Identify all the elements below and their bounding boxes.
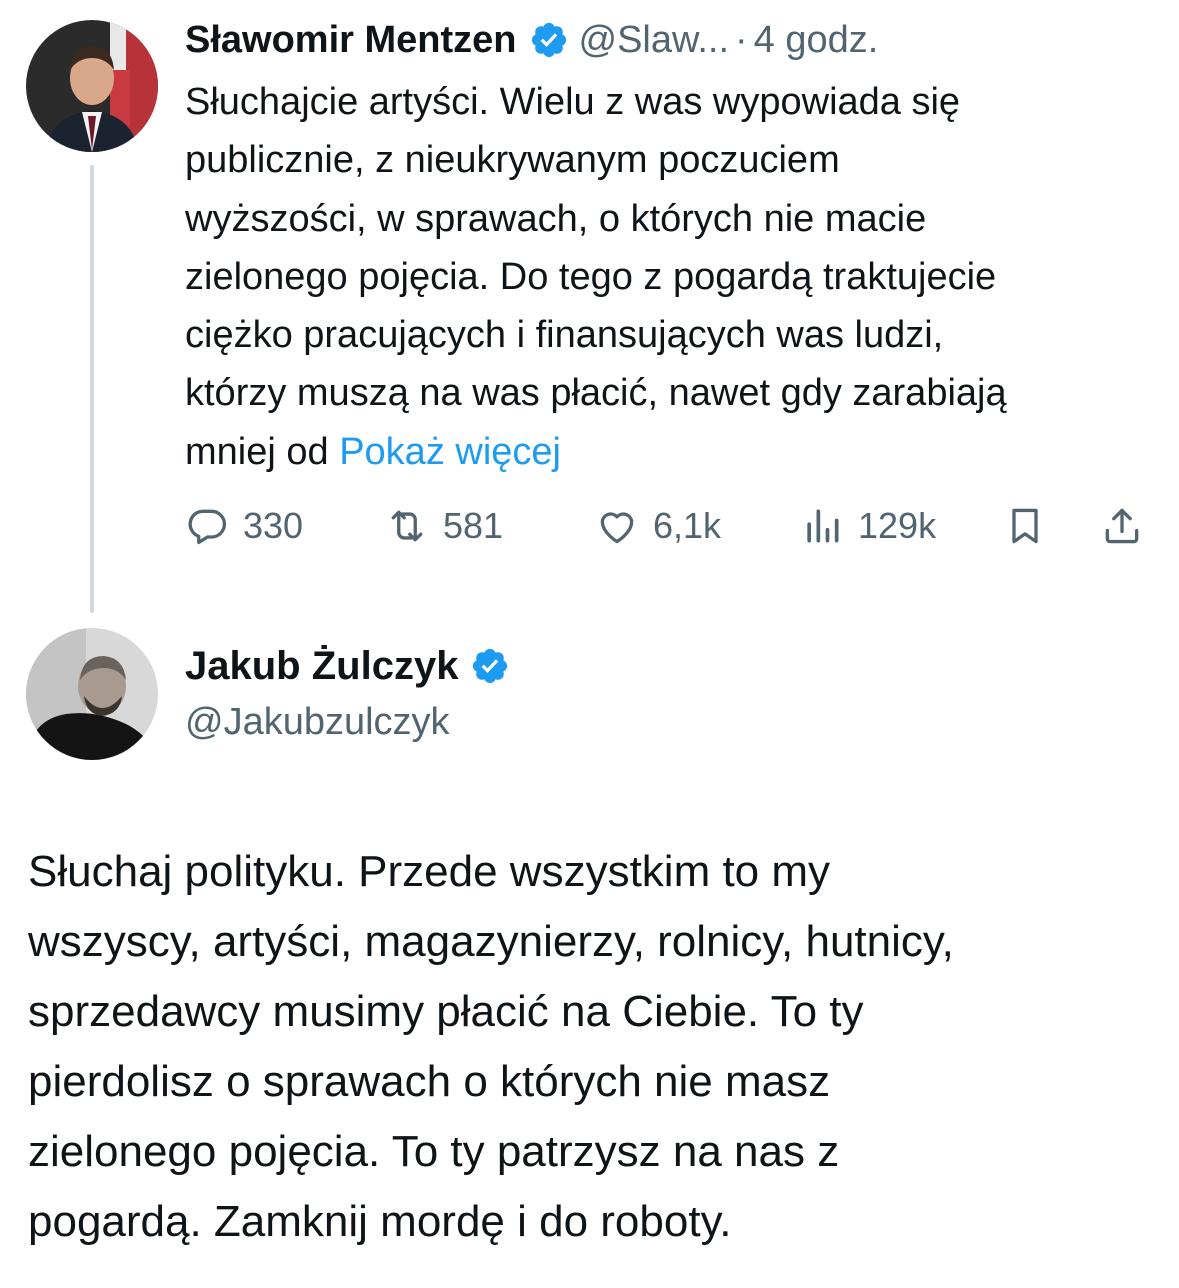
tweet-text-line: którzy muszą na was płacić, nawet gdy za…	[185, 372, 1007, 415]
reply-count: 330	[243, 505, 304, 546]
tweet1-action-bar: 330 581 6,1k 129k	[185, 496, 1155, 556]
views-count: 129k	[858, 505, 937, 546]
share-icon	[1105, 508, 1139, 544]
share-button[interactable]	[1100, 496, 1144, 556]
tweet-text-line: pogardą. Zamknij mordę i do roboty.	[28, 1197, 732, 1246]
retweet-button[interactable]: 581	[385, 496, 503, 556]
views-button[interactable]: 129k	[800, 496, 936, 556]
verified-badge-icon[interactable]	[470, 646, 510, 686]
tweet-text-line-last: mniej od Pokaż więcej	[185, 423, 1165, 481]
tweet-text-line: pierdolisz o sprawach o których nie masz	[28, 1057, 831, 1106]
retweet-icon	[391, 510, 423, 542]
like-count: 6,1k	[653, 505, 722, 546]
reply-button[interactable]: 330	[185, 496, 303, 556]
tweet-text-line: wyższości, w sprawach, o których nie mac…	[185, 197, 927, 240]
author-handle[interactable]: @Jakubzulczyk	[185, 698, 450, 746]
verified-badge-icon[interactable]	[529, 20, 569, 60]
author-handle[interactable]: @Slaw...	[579, 14, 730, 66]
tweet2-text: Słuchaj polityku. Przede wszystkim to my…	[28, 837, 1158, 1257]
tweet1-text: Słuchajcie artyści. Wielu z was wypowiad…	[185, 73, 1165, 481]
author-name[interactable]: Sławomir Mentzen	[185, 14, 517, 66]
thread-connector-line	[90, 165, 94, 613]
separator-dot: ·	[735, 19, 748, 61]
avatar-zulczyk[interactable]	[26, 628, 158, 760]
tweet-text-fragment: mniej od	[185, 430, 329, 473]
tweet-text-line: Słuchaj polityku. Przede wszystkim to my	[28, 847, 831, 896]
tweet-text-line: sprzedawcy musimy płacić na Ciebie. To t…	[28, 987, 864, 1036]
tweet-text-line: wszyscy, artyści, magazynierzy, rolnicy,…	[28, 917, 954, 966]
tweet1-header: Sławomir Mentzen @Slaw... · 4 godz.	[185, 14, 878, 66]
show-more-link[interactable]: Pokaż więcej	[339, 431, 561, 473]
avatar-mentzen[interactable]	[26, 20, 158, 152]
tweet-text-line: publicznie, z nieukrywanym poczuciem	[185, 139, 840, 182]
tweet-text-line: zielonego pojęcia. Do tego z pogardą tra…	[185, 255, 997, 298]
reply-icon	[188, 509, 227, 545]
like-icon	[600, 512, 634, 544]
tweet-text-line: Słuchajcie artyści. Wielu z was wypowiad…	[185, 81, 961, 123]
retweet-count: 581	[443, 505, 504, 546]
tweet-text-line: zielonego pojęcia. To ty patrzysz na nas…	[28, 1127, 840, 1176]
like-button[interactable]: 6,1k	[595, 496, 721, 556]
tweet2-header: Jakub Żulczyk	[185, 640, 520, 692]
tweet-thread-screenshot: Sławomir Mentzen @Slaw... · 4 godz. Słuc…	[0, 0, 1179, 1288]
tweet-timestamp[interactable]: 4 godz.	[754, 14, 879, 66]
views-icon	[807, 509, 839, 543]
tweet-text-line: ciężko pracujących i finansujących was l…	[185, 314, 944, 357]
bookmark-button[interactable]	[1003, 496, 1047, 556]
author-name[interactable]: Jakub Żulczyk	[185, 640, 458, 692]
bookmark-icon	[1012, 508, 1038, 544]
